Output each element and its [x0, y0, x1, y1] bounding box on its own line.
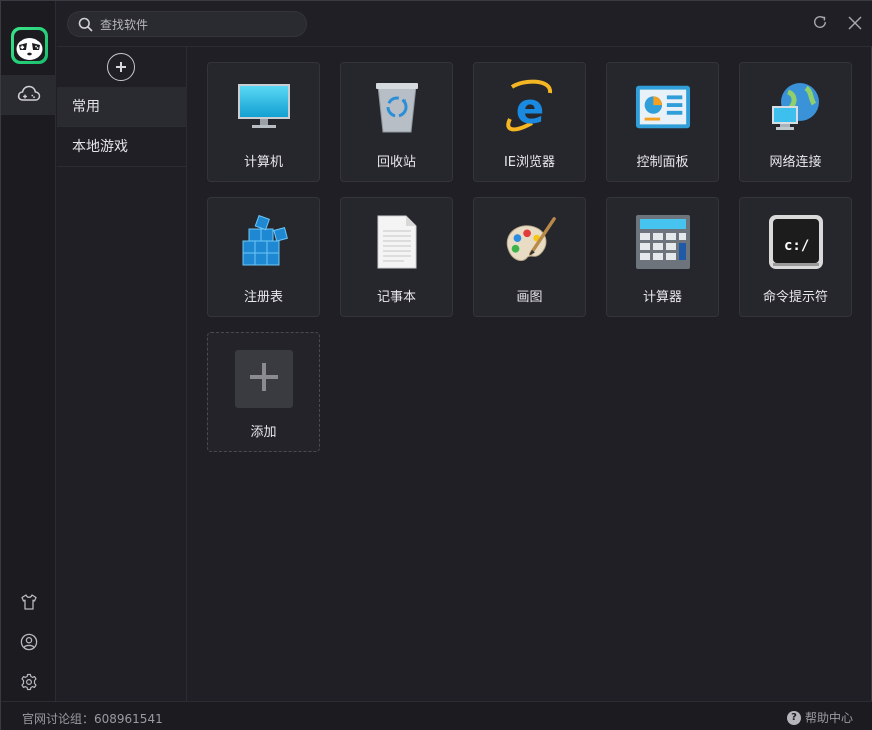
user-account-icon[interactable]	[17, 630, 41, 654]
gamepad-cloud-icon	[17, 84, 41, 106]
app-tile-recycle-bin[interactable]: 回收站	[340, 62, 453, 182]
rail-game-button[interactable]	[1, 75, 56, 115]
plus-icon	[248, 361, 280, 397]
control-panel-icon	[635, 79, 691, 135]
ie-browser-icon: e	[502, 79, 558, 135]
app-tile-paint[interactable]: 画图	[473, 197, 586, 317]
search-icon	[78, 17, 93, 36]
recycle-bin-icon	[369, 79, 425, 135]
category-local-games[interactable]: 本地游戏	[57, 127, 187, 167]
add-app-tile[interactable]: 添加	[207, 332, 320, 452]
paint-palette-icon	[502, 214, 558, 270]
add-app-label: 添加	[250, 425, 277, 440]
app-tile-computer[interactable]: 计算机	[207, 62, 320, 182]
add-app-plus-box	[235, 350, 293, 408]
app-label: 计算器	[642, 290, 682, 305]
app-label: 画图	[516, 290, 543, 305]
plus-icon	[115, 58, 127, 77]
close-button[interactable]	[845, 14, 865, 34]
app-tile-network[interactable]: 网络连接	[739, 62, 852, 182]
app-tile-ie-browser[interactable]: e IE浏览器	[473, 62, 586, 182]
refresh-button[interactable]	[810, 14, 830, 34]
settings-gear-icon[interactable]	[17, 670, 41, 694]
help-center-link[interactable]: ? 帮助中心	[786, 709, 853, 726]
svg-text:e: e	[516, 84, 545, 133]
app-tile-registry[interactable]: 注册表	[207, 197, 320, 317]
help-question-icon: ?	[786, 710, 801, 725]
app-label: 控制面板	[636, 155, 689, 170]
close-icon	[848, 15, 862, 34]
search-input[interactable]	[100, 16, 300, 34]
app-label: 回收站	[376, 155, 416, 170]
app-label: 网络连接	[769, 155, 822, 170]
command-prompt-icon: c:/	[768, 214, 824, 270]
search-box[interactable]	[67, 11, 307, 37]
calculator-icon	[635, 214, 691, 270]
top-bar	[57, 1, 872, 47]
registry-cubes-icon	[236, 214, 292, 270]
app-logo	[11, 27, 48, 64]
add-category-button[interactable]	[107, 53, 135, 81]
app-label: 计算机	[243, 155, 283, 170]
app-window: 常用 本地游戏 计算机	[0, 0, 872, 730]
status-bar: 官网讨论组：608961541 ? 帮助中心	[1, 701, 872, 730]
left-rail	[1, 1, 56, 701]
cmd-glyph: c:/	[784, 238, 809, 254]
help-center-label: 帮助中心	[804, 711, 853, 725]
app-label: 记事本	[376, 290, 416, 305]
app-tile-calculator[interactable]: 计算器	[606, 197, 719, 317]
skin-tshirt-icon[interactable]	[17, 590, 41, 614]
notepad-icon	[369, 214, 425, 270]
app-tile-command-prompt[interactable]: c:/ 命令提示符	[739, 197, 852, 317]
network-globe-icon	[768, 79, 824, 135]
category-panel: 常用 本地游戏	[57, 47, 187, 701]
app-tile-notepad[interactable]: 记事本	[340, 197, 453, 317]
refresh-icon	[812, 14, 828, 34]
app-label: 注册表	[243, 290, 283, 305]
category-common[interactable]: 常用	[57, 87, 187, 127]
app-label: 命令提示符	[762, 290, 828, 305]
discussion-group-text: 官网讨论组：608961541	[22, 712, 163, 726]
app-label: IE浏览器	[503, 155, 556, 170]
monitor-icon	[236, 79, 292, 135]
app-tile-control-panel[interactable]: 控制面板	[606, 62, 719, 182]
